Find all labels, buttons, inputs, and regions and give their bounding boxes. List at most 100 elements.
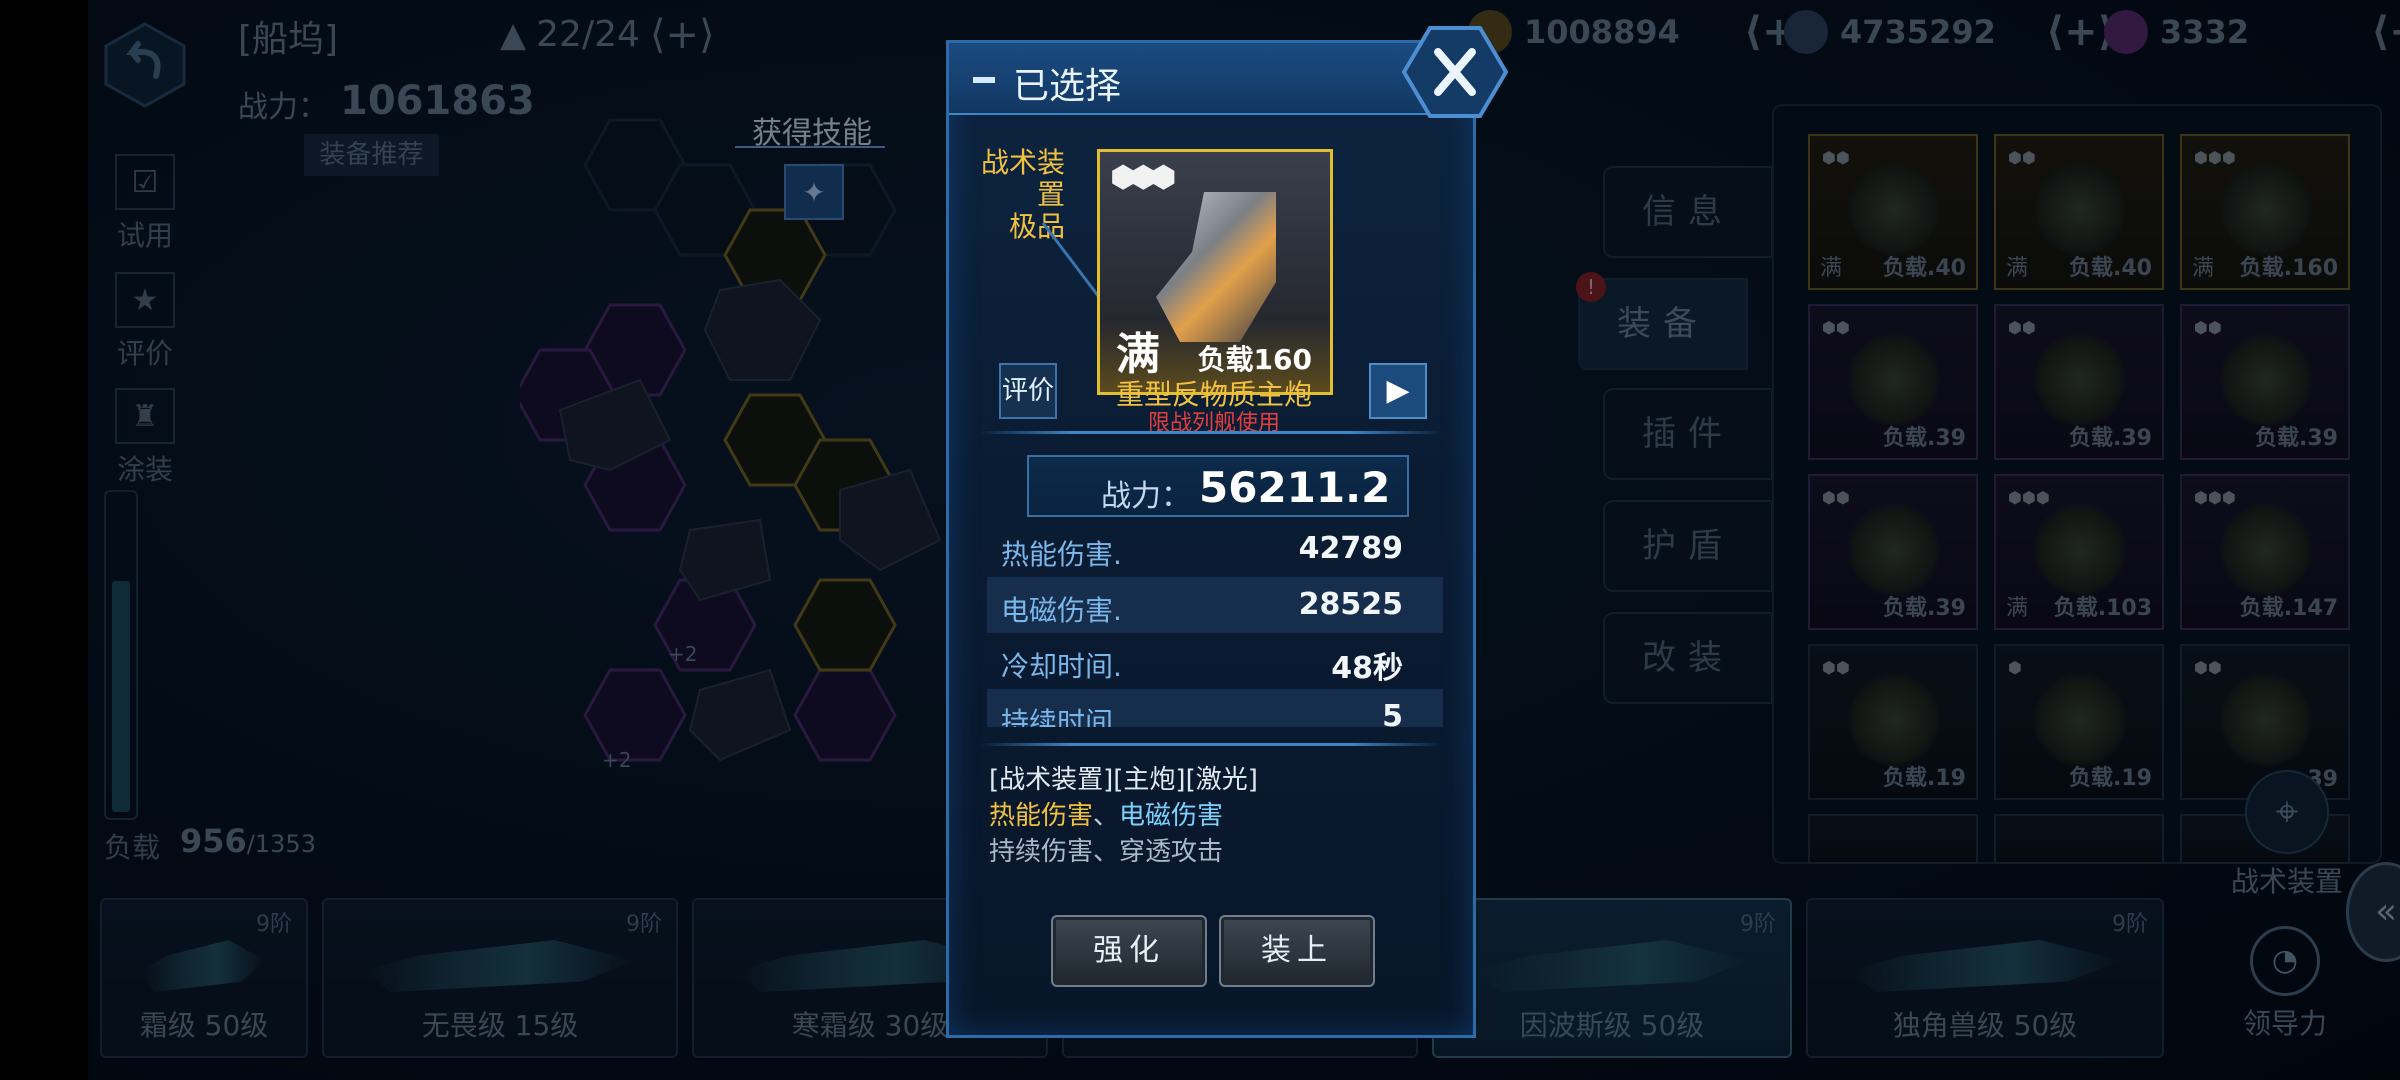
damage-type-em: 电磁伤害 xyxy=(1119,801,1224,831)
rate-item-button[interactable]: 评价 xyxy=(999,363,1057,419)
back-button[interactable] xyxy=(100,20,190,110)
skill-icon[interactable]: ✦ xyxy=(784,164,844,220)
add-fleet-slot-button[interactable]: ⟨+⟩ xyxy=(650,15,715,55)
checklist-icon: ☑ xyxy=(115,154,175,210)
ship-card[interactable]: 9阶 独角兽级 50级 xyxy=(1806,898,2164,1058)
skill-callout-line xyxy=(735,146,885,148)
item-load: 负载.40 xyxy=(1883,256,1966,281)
ship-image xyxy=(1474,940,1750,992)
rate-ship-label: 评价 xyxy=(116,337,173,370)
inventory-item[interactable]: ⬢⬢⬢ 满负载.103 xyxy=(1994,474,2164,630)
inventory-item[interactable]: ⬢⬢ 负载.39 xyxy=(1808,304,1978,460)
item-image xyxy=(1846,672,1942,768)
load-current: 956 xyxy=(180,822,247,860)
left-letterbox xyxy=(0,0,88,1080)
inventory-item[interactable]: ⬢⬢⬢ 负载.147 xyxy=(2180,474,2350,630)
next-item-button[interactable]: ▶ xyxy=(1369,363,1427,419)
ship-image xyxy=(364,940,636,992)
rating-card-icon: ★ xyxy=(115,272,175,328)
ship-image xyxy=(142,940,266,992)
inventory-item[interactable]: ⬢⬢ 负载.39 xyxy=(2180,304,2350,460)
load-gauge-fill xyxy=(112,580,130,812)
inventory-item[interactable]: ⬢⬢ 满 负载.40 xyxy=(1808,134,1978,290)
item-image xyxy=(1846,502,1942,598)
item-image xyxy=(2032,162,2128,258)
inventory-item[interactable]: ⬢ 负载.19 xyxy=(1994,644,2164,800)
trial-button[interactable]: ☑ 试用 xyxy=(100,154,190,254)
rocket-icon: ▲ xyxy=(500,14,527,55)
inventory-item[interactable] xyxy=(1994,814,2164,864)
item-load: 负载.40 xyxy=(2069,256,2152,281)
ship-tier: 9阶 xyxy=(1740,912,1776,937)
minus-icon xyxy=(973,77,995,83)
upgrade-button[interactable]: 强化 xyxy=(1051,915,1207,987)
game-screen: [船坞] ▲ 22/24 ⟨+⟩ 战力： 1061863 装备推荐 100889… xyxy=(0,0,2400,1080)
notification-badge: ! xyxy=(1576,272,1606,302)
inventory-panel[interactable]: ⬢⬢ 满负载.40 ⬢⬢ 满负载.40 ⬢⬢⬢ 满负载.160 ⬢⬢ 负载.39… xyxy=(1772,104,2382,864)
ship-name: 霜级 50级 xyxy=(139,1009,269,1042)
item-image xyxy=(1846,162,1942,258)
inventory-item[interactable]: ⬢⬢ 负载.19 xyxy=(1808,644,1978,800)
paint-label: 涂装 xyxy=(116,453,173,486)
inventory-item[interactable]: ⬢⬢⬢ 满负载.160 xyxy=(2180,134,2350,290)
ship-hex-grid[interactable] xyxy=(520,110,960,810)
ship-card[interactable]: 9阶 霜级 50级 xyxy=(100,898,308,1058)
tab-plugins[interactable]: 插件 xyxy=(1603,388,1773,480)
item-image xyxy=(2032,672,2128,768)
selected-item-dialog: 已选择 战术装置 极品 ⬢⬢⬢ 满 负载160 评价 重型反物质主炮 限战列舰使… xyxy=(946,40,1476,1038)
damage-types: 热能伤害、电磁伤害 xyxy=(989,795,1223,832)
item-image xyxy=(2218,672,2314,768)
stat-name: 热能伤害. xyxy=(1001,538,1122,571)
add-crystal-button[interactable]: ⟨+⟩ xyxy=(2371,12,2400,52)
tab-refit[interactable]: 改装 xyxy=(1603,612,1773,704)
paint-button[interactable]: ♜ 涂装 xyxy=(100,388,190,488)
item-load: 负载.147 xyxy=(2239,596,2338,621)
item-power-box: 战力： 56211.2 xyxy=(1027,455,1409,517)
grade-pips: ⬢⬢ xyxy=(1822,318,1850,337)
divider xyxy=(979,431,1443,434)
load-label: 负载 xyxy=(104,831,161,864)
item-load: 负载.39 xyxy=(1883,426,1966,451)
add-metal-button[interactable]: ⟨+⟩ xyxy=(2046,12,2116,52)
grade-pips: ⬢⬢⬢ xyxy=(2008,488,2050,507)
hex-bonus-label: +2 xyxy=(668,642,698,666)
gauge-icon: ◔ xyxy=(2250,926,2320,996)
ship-image xyxy=(1848,940,2122,992)
hex-slot xyxy=(793,578,897,672)
tactical-device-filter-button[interactable]: ⌖ 战术装置 xyxy=(2222,770,2352,900)
item-tags: [战术装置][主炮][激光] xyxy=(989,765,1258,795)
rate-ship-button[interactable]: ★ 评价 xyxy=(100,272,190,372)
ship-card[interactable]: 9阶 无畏级 15级 xyxy=(322,898,678,1058)
stat-value: 48秒 xyxy=(1331,651,1403,686)
item-load: 负载.19 xyxy=(2069,766,2152,791)
item-load: 负载.19 xyxy=(1883,766,1966,791)
grade-pips: ⬢⬢ xyxy=(2008,318,2036,337)
stat-row[interactable]: 持续时间. 5 xyxy=(987,689,1443,727)
fleet-count: ▲ 22/24 ⟨+⟩ xyxy=(500,14,715,55)
inventory-item[interactable]: ⬢⬢ 负载.39 xyxy=(1994,304,2164,460)
crystal-icon xyxy=(2104,10,2148,54)
load-max: /1353 xyxy=(246,830,316,858)
dialog-header: 已选择 xyxy=(949,43,1473,115)
dialog-title: 已选择 xyxy=(1013,66,1122,107)
leadership-button[interactable]: ◔ 领导力 xyxy=(2190,926,2380,1052)
equip-button[interactable]: 装上 xyxy=(1219,915,1375,987)
stat-value: 42789 xyxy=(1298,531,1403,566)
ship-card[interactable]: 9阶 因波斯级 50级 xyxy=(1432,898,1792,1058)
grade-hexes-icon: ⬢⬢⬢ xyxy=(1110,160,1177,195)
stat-value: 28525 xyxy=(1298,587,1403,622)
grade-pips: ⬢⬢ xyxy=(2008,148,2036,167)
close-dialog-button[interactable] xyxy=(1400,24,1510,120)
inventory-item[interactable] xyxy=(1808,814,1978,864)
equipment-recommend-button[interactable]: 装备推荐 xyxy=(304,134,439,176)
grade-pips: ⬢⬢ xyxy=(1822,488,1850,507)
stat-row: 电磁伤害. 28525 xyxy=(987,577,1443,633)
damage-type-thermal: 热能伤害 xyxy=(989,801,1094,831)
inventory-item[interactable]: ⬢⬢ 负载.39 xyxy=(1808,474,1978,630)
tab-info[interactable]: 信息 xyxy=(1603,166,1773,258)
tab-shield[interactable]: 护盾 xyxy=(1603,500,1773,592)
inventory-item[interactable]: ⬢⬢ 满 负载.40 xyxy=(1994,134,2164,290)
item-load: 负载.39 xyxy=(2069,426,2152,451)
hex-slot xyxy=(583,668,687,762)
stat-name: 冷却时间. xyxy=(1001,650,1122,683)
